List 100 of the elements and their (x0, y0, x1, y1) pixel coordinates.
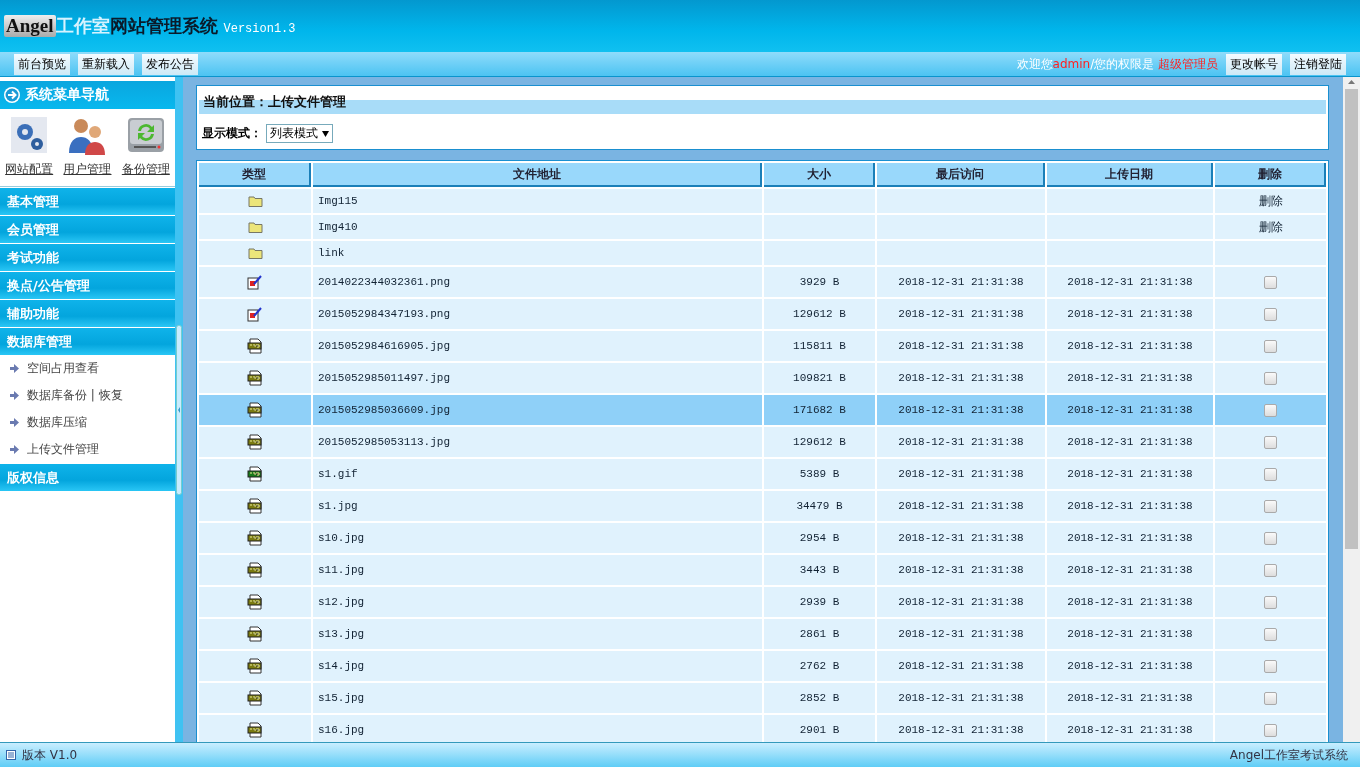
scroll-up-arrow-icon[interactable] (1347, 77, 1356, 87)
file-name-cell: 2015052984616905.jpg (313, 331, 762, 361)
account-button[interactable]: 注销登陆 (1290, 53, 1346, 75)
system-title: 网站管理系统 (109, 14, 218, 38)
delete-checkbox[interactable] (1264, 435, 1277, 449)
size-cell: 34479 B (764, 491, 875, 521)
accessed-cell: 2018-12-31 21:31:38 (877, 683, 1045, 713)
image-file-icon (247, 498, 263, 514)
accessed-cell: 2018-12-31 21:31:38 (877, 267, 1045, 297)
folder-icon (247, 195, 263, 207)
size-cell: 2861 B (764, 619, 875, 649)
shortcut-link[interactable]: 网站配置 (5, 115, 54, 178)
size-cell: 109821 B (764, 363, 875, 393)
file-name-cell: s1.gif (313, 459, 762, 489)
column-header: 上传日期 (1047, 163, 1213, 187)
file-name-cell: Img410 (313, 215, 762, 239)
file-name-cell: s11.jpg (313, 555, 762, 585)
file-name-cell: link (313, 241, 762, 265)
size-cell: 2939 B (764, 587, 875, 617)
delete-link[interactable]: 删除 (1258, 192, 1283, 210)
toolbar-button[interactable]: 前台预览 (14, 53, 70, 75)
uploaded-cell: 2018-12-31 21:31:38 (1047, 427, 1213, 457)
column-header: 文件地址 (313, 163, 762, 187)
system-name-text: Angel工作室考试系统 (1229, 746, 1348, 764)
image-file-icon (247, 466, 263, 482)
delete-link[interactable]: 删除 (1258, 218, 1283, 236)
image-file-icon (247, 722, 263, 738)
size-cell: 5389 B (764, 459, 875, 489)
uploaded-cell: 2018-12-31 21:31:38 (1047, 715, 1213, 742)
delete-checkbox[interactable] (1264, 691, 1277, 705)
uploaded-cell: 2018-12-31 21:31:38 (1047, 267, 1213, 297)
delete-checkbox[interactable] (1264, 627, 1277, 641)
gears-icon (9, 115, 50, 155)
file-name-cell: 2015052984347193.png (313, 299, 762, 329)
studio-title: 工作室 (55, 14, 110, 38)
file-name-cell: 2015052985011497.jpg (313, 363, 762, 393)
uploaded-cell: 2018-12-31 21:31:38 (1047, 555, 1213, 585)
delete-checkbox[interactable] (1264, 499, 1277, 513)
submenu-item[interactable]: 数据库压缩 (0, 409, 175, 436)
shortcut-link[interactable]: 备份管理 (121, 115, 170, 178)
welcome-text: 欢迎您admin/您的权限是 超级管理员 (1016, 55, 1218, 73)
delete-checkbox[interactable] (1264, 563, 1277, 577)
uploaded-cell: 2018-12-31 21:31:38 (1047, 683, 1213, 713)
delete-checkbox[interactable] (1264, 275, 1277, 289)
file-name-cell: s14.jpg (313, 651, 762, 681)
image-file-icon (247, 530, 263, 546)
submenu-item[interactable]: 空间占用查看 (0, 355, 175, 382)
size-cell: 2852 B (764, 683, 875, 713)
toolbar-button[interactable]: 发布公告 (142, 53, 198, 75)
mode-label: 显示模式： (202, 125, 262, 142)
file-name-cell: 2015052985036609.jpg (313, 395, 762, 425)
image-file-icon (247, 306, 263, 322)
image-file-icon (247, 274, 263, 290)
size-cell: 3929 B (764, 267, 875, 297)
bullet-arrow-icon (10, 445, 19, 454)
accessed-cell: 2018-12-31 21:31:38 (877, 363, 1045, 393)
accessed-cell: 2018-12-31 21:31:38 (877, 555, 1045, 585)
uploaded-cell: 2018-12-31 21:31:38 (1047, 651, 1213, 681)
file-name-cell: s16.jpg (313, 715, 762, 742)
delete-checkbox[interactable] (1264, 595, 1277, 609)
uploaded-cell: 2018-12-31 21:31:38 (1047, 587, 1213, 617)
image-file-icon (247, 338, 263, 354)
column-header: 类型 (199, 163, 311, 187)
toolbar-button[interactable]: 重新载入 (78, 53, 134, 75)
nav-title-text: 系统菜单导航 (25, 86, 109, 104)
delete-checkbox[interactable] (1264, 659, 1277, 673)
accessed-cell: 2018-12-31 21:31:38 (877, 395, 1045, 425)
accessed-cell: 2018-12-31 21:31:38 (877, 427, 1045, 457)
size-cell: 129612 B (764, 427, 875, 457)
file-name-cell: Img115 (313, 189, 762, 213)
delete-checkbox[interactable] (1264, 339, 1277, 353)
accessed-cell: 2018-12-31 21:31:38 (877, 715, 1045, 742)
document-icon (6, 750, 16, 760)
splitter-bar[interactable] (175, 77, 183, 742)
accessed-cell: 2018-12-31 21:31:38 (877, 491, 1045, 521)
column-header: 最后访问 (877, 163, 1045, 187)
account-button[interactable]: 更改帐号 (1226, 53, 1282, 75)
delete-checkbox[interactable] (1264, 467, 1277, 481)
file-name-cell: 2015052985053113.jpg (313, 427, 762, 457)
delete-checkbox[interactable] (1264, 723, 1277, 737)
accessed-cell: 2018-12-31 21:31:38 (877, 459, 1045, 489)
image-file-icon (247, 658, 263, 674)
bullet-arrow-icon (10, 391, 19, 400)
mode-select[interactable]: 列表模式 (266, 124, 333, 143)
delete-checkbox[interactable] (1264, 403, 1277, 417)
image-file-icon (247, 370, 263, 386)
submenu-item[interactable]: 数据库备份 | 恢复 (0, 382, 175, 409)
file-name-cell: s13.jpg (313, 619, 762, 649)
delete-checkbox[interactable] (1264, 307, 1277, 321)
delete-checkbox[interactable] (1264, 371, 1277, 385)
scrollbar[interactable] (1343, 77, 1360, 742)
bullet-arrow-icon (10, 418, 19, 427)
submenu-item[interactable]: 上传文件管理 (0, 436, 175, 463)
backup-drive-icon (125, 115, 166, 155)
shortcut-link[interactable]: 用户管理 (63, 115, 112, 178)
logo-badge: Angel (4, 15, 56, 37)
file-name-cell: 2014022344032361.png (313, 267, 762, 297)
column-header: 大小 (764, 163, 875, 187)
delete-checkbox[interactable] (1264, 531, 1277, 545)
image-file-icon (247, 690, 263, 706)
